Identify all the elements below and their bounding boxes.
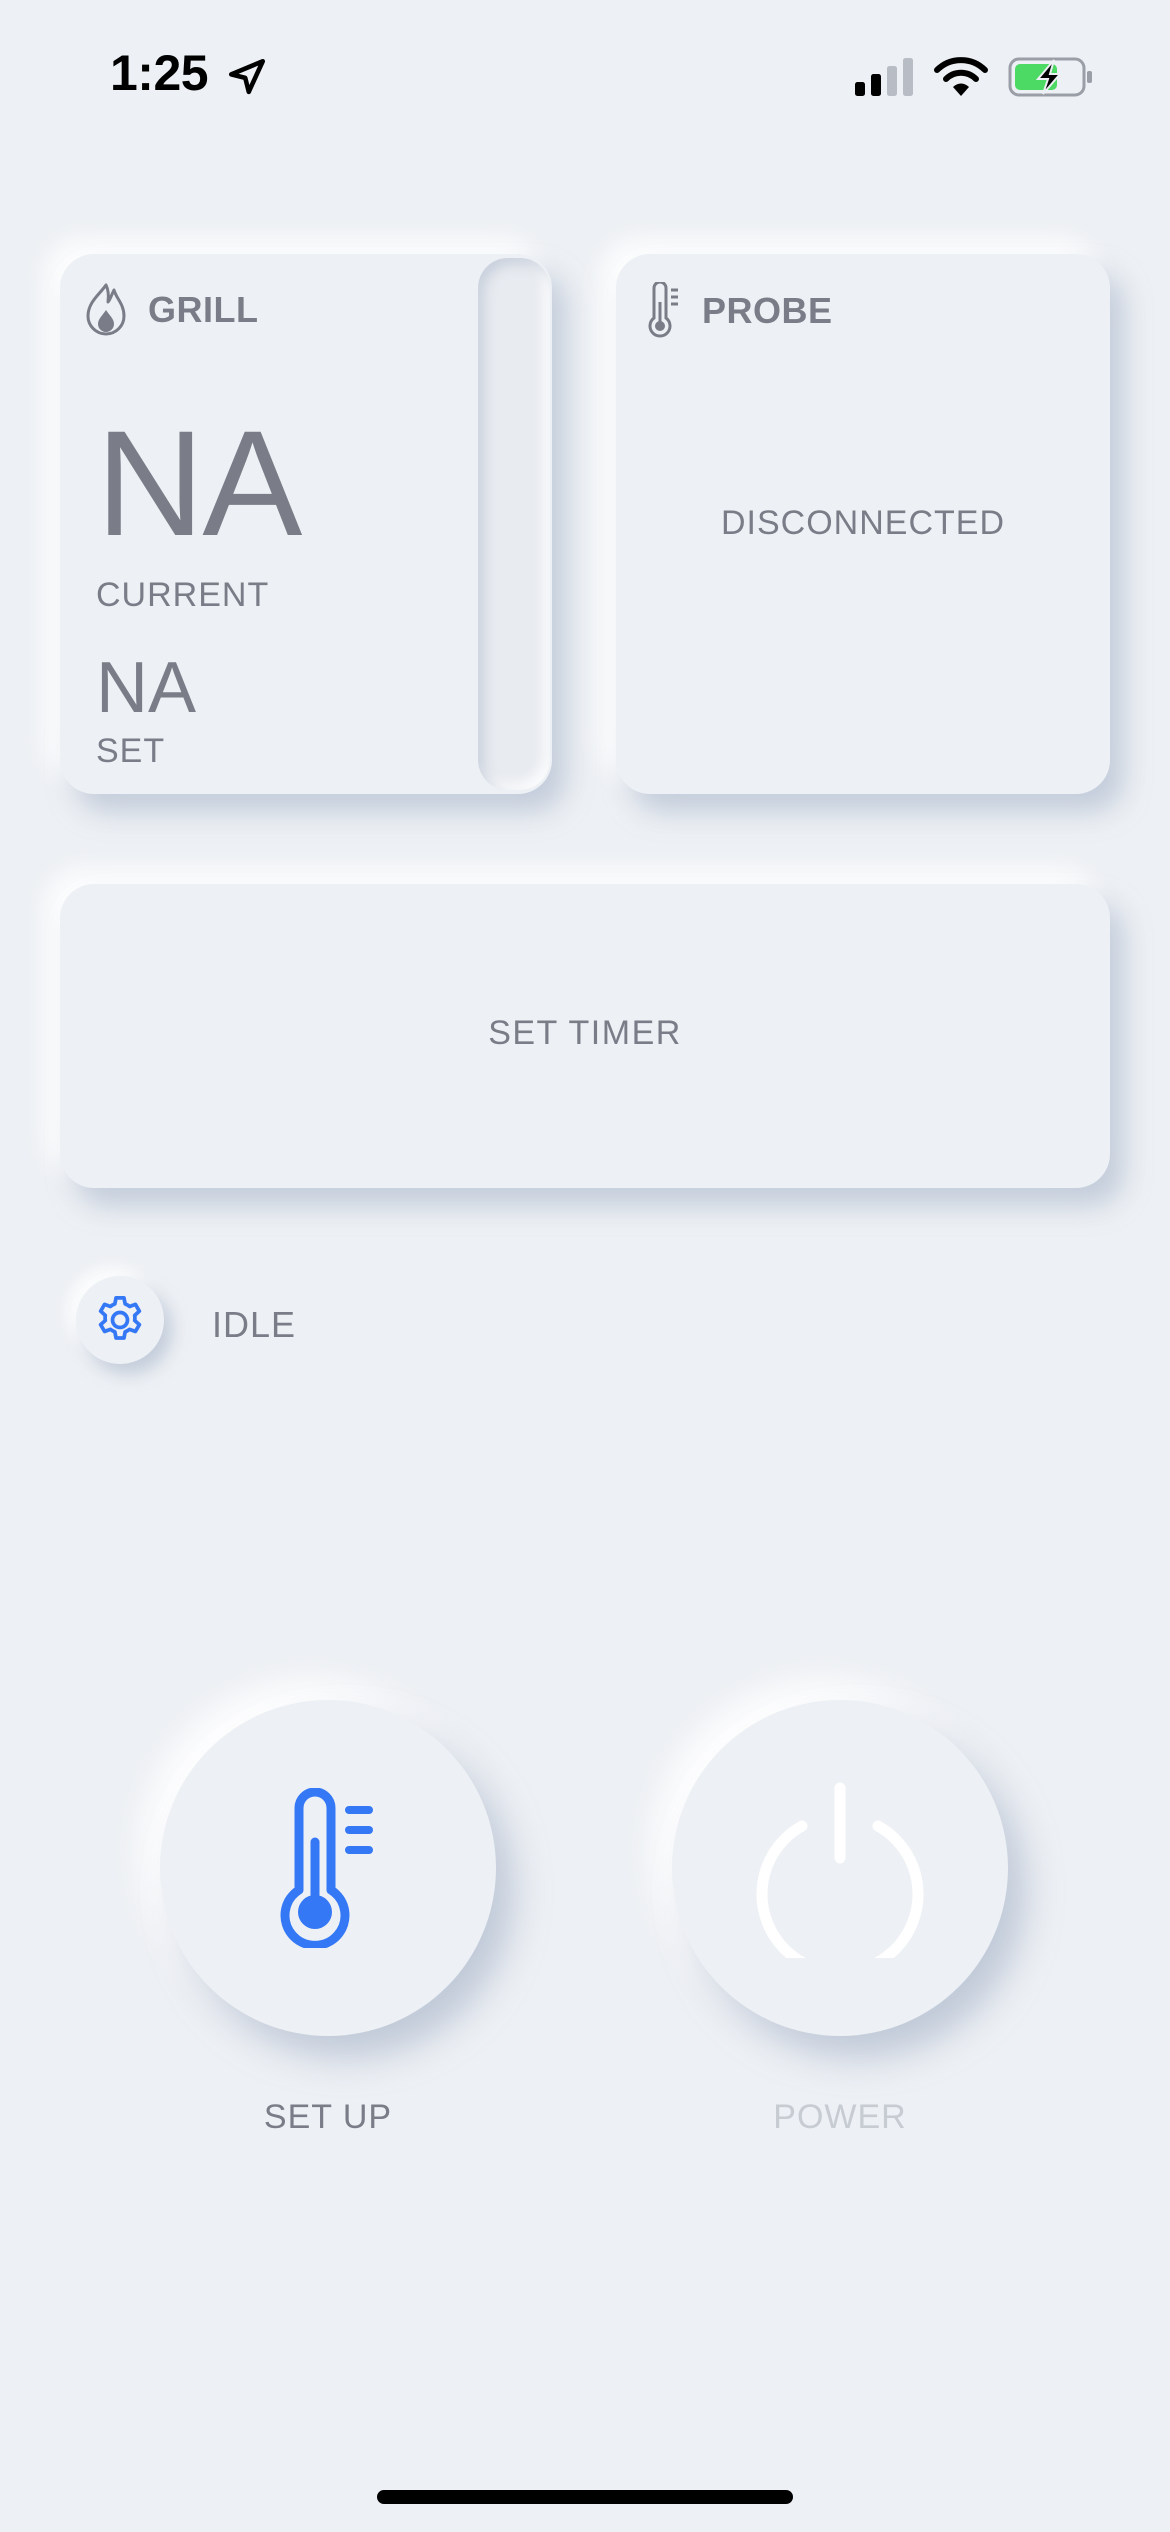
grill-title: GRILL <box>148 289 259 330</box>
set-timer-button[interactable]: SET TIMER <box>60 884 1110 1188</box>
wifi-icon <box>934 57 988 96</box>
flame-icon <box>86 283 126 336</box>
grill-set-label: SET <box>96 732 166 770</box>
thermometer-icon <box>648 282 678 338</box>
grill-card-header: GRILL <box>84 282 258 338</box>
setup-button[interactable] <box>160 1700 496 2036</box>
cellular-signal-icon <box>855 58 913 96</box>
set-timer-label: SET TIMER <box>488 1014 682 1052</box>
grill-current-value: NA <box>96 399 302 567</box>
grill-temperature-slider[interactable] <box>478 258 550 790</box>
gear-icon <box>98 1295 142 1340</box>
location-arrow-icon <box>228 58 266 95</box>
power-label: POWER <box>773 2098 907 2136</box>
probe-card-header: PROBE <box>646 282 833 340</box>
thermometer-icon <box>280 1788 373 1948</box>
probe-card[interactable]: PROBE DISCONNECTED <box>616 254 1110 794</box>
home-indicator[interactable] <box>377 2490 793 2504</box>
battery-charging-icon <box>1008 57 1092 97</box>
power-icon <box>756 1782 924 1958</box>
probe-status: DISCONNECTED <box>720 504 1006 542</box>
probe-title: PROBE <box>702 290 833 331</box>
grill-set-value: NA <box>96 648 197 728</box>
setup-label: SET UP <box>263 2098 393 2136</box>
app-screen: 1:25 GRILL NA CURRENT NA SET PROBE DISCO… <box>0 0 1170 2532</box>
power-button[interactable] <box>672 1700 1008 2036</box>
grill-card[interactable]: GRILL NA CURRENT NA SET <box>60 254 552 794</box>
mode-status: IDLE <box>212 1304 297 1345</box>
status-time: 1:25 <box>110 45 209 101</box>
grill-current-label: CURRENT <box>96 576 270 614</box>
settings-button[interactable] <box>76 1276 164 1364</box>
